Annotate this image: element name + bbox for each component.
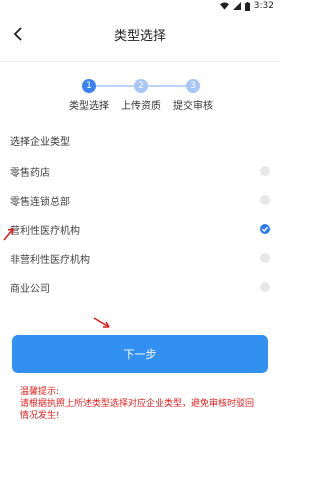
radio-button[interactable] [260, 195, 270, 205]
progress-stepper: 1 2 3 类型选择 上传资质 提交审核 [0, 74, 280, 114]
notice-heading: 温馨提示: [20, 387, 60, 397]
status-icons: 3:32 [219, 1, 274, 11]
option-label: 零售连锁总部 [10, 196, 70, 208]
option-label: 营利性医疗机构 [10, 225, 80, 237]
radio-button[interactable] [260, 282, 270, 292]
option-retail-chain-hq[interactable]: 零售连锁总部 [10, 188, 270, 212]
option-label: 商业公司 [10, 283, 50, 295]
step-connector [96, 85, 134, 87]
option-label: 非营利性医疗机构 [10, 254, 90, 266]
step-1-label: 类型选择 [69, 101, 109, 112]
radio-button[interactable] [260, 166, 270, 176]
annotation-arrow-icon [3, 228, 14, 241]
step-3-circle: 3 [186, 79, 200, 93]
step-3-label: 提交审核 [173, 101, 213, 112]
option-for-profit-medical[interactable]: 营利性医疗机构 [10, 217, 270, 241]
option-non-profit-medical[interactable]: 非营利性医疗机构 [10, 246, 270, 270]
check-icon [262, 226, 269, 233]
option-label: 零售药店 [10, 167, 50, 179]
annotation-arrow-icon [93, 317, 110, 328]
radio-button[interactable] [260, 253, 270, 263]
status-time: 3:32 [253, 1, 274, 11]
nav-bar: 类型选择 [0, 14, 280, 54]
battery-icon [244, 1, 250, 11]
section-title: 选择企业类型 [10, 137, 70, 148]
step-connector [148, 85, 186, 87]
notice-line-2: 情况发生! [20, 411, 60, 421]
page-title: 类型选择 [113, 29, 166, 44]
option-commercial-company[interactable]: 商业公司 [10, 275, 270, 299]
step-1-circle: 1 [82, 79, 96, 93]
step-2-circle: 2 [134, 79, 148, 93]
option-retail-pharmacy[interactable]: 零售药店 [10, 159, 270, 183]
notice-text: 温馨提示: 请根据执照上所述类型选择对应企业类型，避免审核时驳回 情况发生! [20, 386, 268, 422]
signal-icon [232, 2, 241, 10]
header-divider [0, 61, 280, 62]
step-2-label: 上传资质 [121, 101, 161, 112]
notice-line-1: 请根据执照上所述类型选择对应企业类型，避免审核时驳回 [20, 399, 255, 409]
next-step-button[interactable]: 下一步 [12, 335, 268, 373]
wifi-icon [219, 2, 229, 10]
radio-button-checked[interactable] [260, 224, 270, 234]
status-bar: 3:32 [0, 0, 280, 14]
